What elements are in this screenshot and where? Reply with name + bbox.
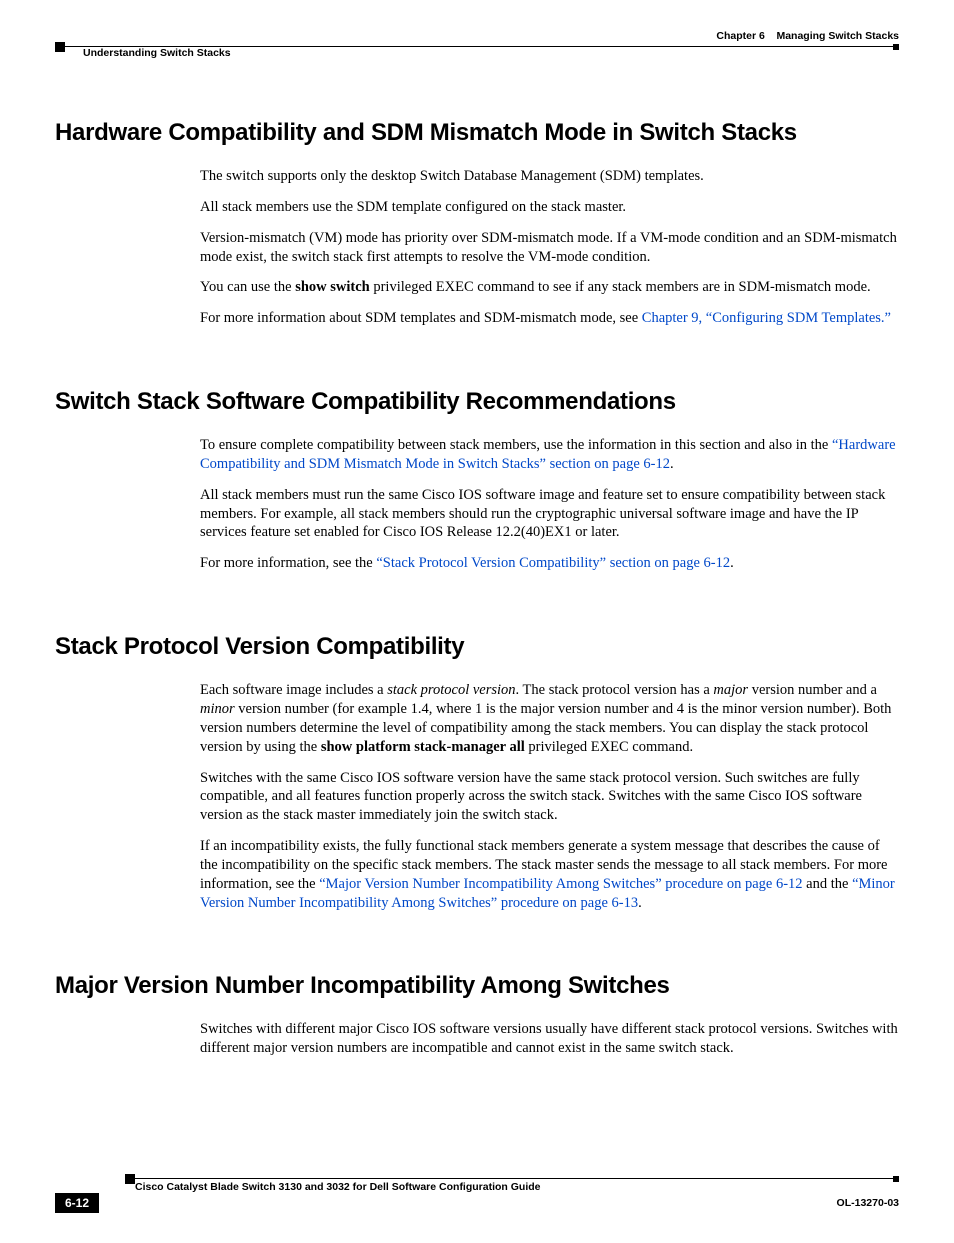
page-number: 6-12 [55, 1193, 99, 1213]
chapter-title: Managing Switch Stacks [776, 30, 899, 42]
section-stack-protocol: Each software image includes a stack pro… [200, 681, 899, 912]
paragraph: You can use the show switch privileged E… [200, 278, 899, 297]
paragraph: To ensure complete compatibility between… [200, 436, 899, 474]
header-right: Chapter 6 Managing Switch Stacks [716, 30, 899, 42]
paragraph: For more information about SDM templates… [200, 309, 899, 328]
command-text: show platform stack-manager all [321, 739, 525, 755]
page-header: Chapter 6 Managing Switch Stacks [55, 30, 899, 42]
page-container: Chapter 6 Managing Switch Stacks Underst… [0, 0, 954, 1243]
link-major-version-procedure[interactable]: “Major Version Number Incompatibility Am… [319, 876, 802, 892]
section-software-compat: To ensure complete compatibility between… [200, 436, 899, 573]
footer-rule [125, 1178, 899, 1179]
section-major-version: Switches with different major Cisco IOS … [200, 1020, 899, 1058]
link-stack-protocol-section[interactable]: “Stack Protocol Version Compatibility” s… [376, 555, 730, 571]
heading-major-version: Major Version Number Incompatibility Amo… [55, 972, 899, 1000]
footer-guide-title: Cisco Catalyst Blade Switch 3130 and 303… [135, 1181, 899, 1193]
section-hardware-compat: The switch supports only the desktop Swi… [200, 167, 899, 328]
paragraph: Switches with the same Cisco IOS softwar… [200, 769, 899, 826]
term: major [713, 682, 748, 698]
heading-software-compat: Switch Stack Software Compatibility Reco… [55, 388, 899, 416]
paragraph: Version-mismatch (VM) mode has priority … [200, 229, 899, 267]
heading-stack-protocol: Stack Protocol Version Compatibility [55, 633, 899, 661]
paragraph: The switch supports only the desktop Swi… [200, 167, 899, 186]
command-text: show switch [295, 279, 370, 295]
heading-hardware-compat: Hardware Compatibility and SDM Mismatch … [55, 119, 899, 147]
paragraph: If an incompatibility exists, the fully … [200, 837, 899, 912]
paragraph: Each software image includes a stack pro… [200, 681, 899, 756]
paragraph: For more information, see the “Stack Pro… [200, 554, 899, 573]
link-configuring-sdm[interactable]: Chapter 9, “Configuring SDM Templates.” [642, 310, 891, 326]
header-left: Understanding Switch Stacks [55, 47, 899, 59]
term: stack protocol version [387, 682, 515, 698]
paragraph: All stack members use the SDM template c… [200, 198, 899, 217]
document-id: OL-13270-03 [837, 1197, 899, 1209]
page-footer: Cisco Catalyst Blade Switch 3130 and 303… [55, 1178, 899, 1213]
term: minor [200, 701, 235, 717]
paragraph: All stack members must run the same Cisc… [200, 486, 899, 543]
header-rule [55, 46, 899, 47]
paragraph: Switches with different major Cisco IOS … [200, 1020, 899, 1058]
chapter-number: Chapter 6 [716, 30, 764, 42]
